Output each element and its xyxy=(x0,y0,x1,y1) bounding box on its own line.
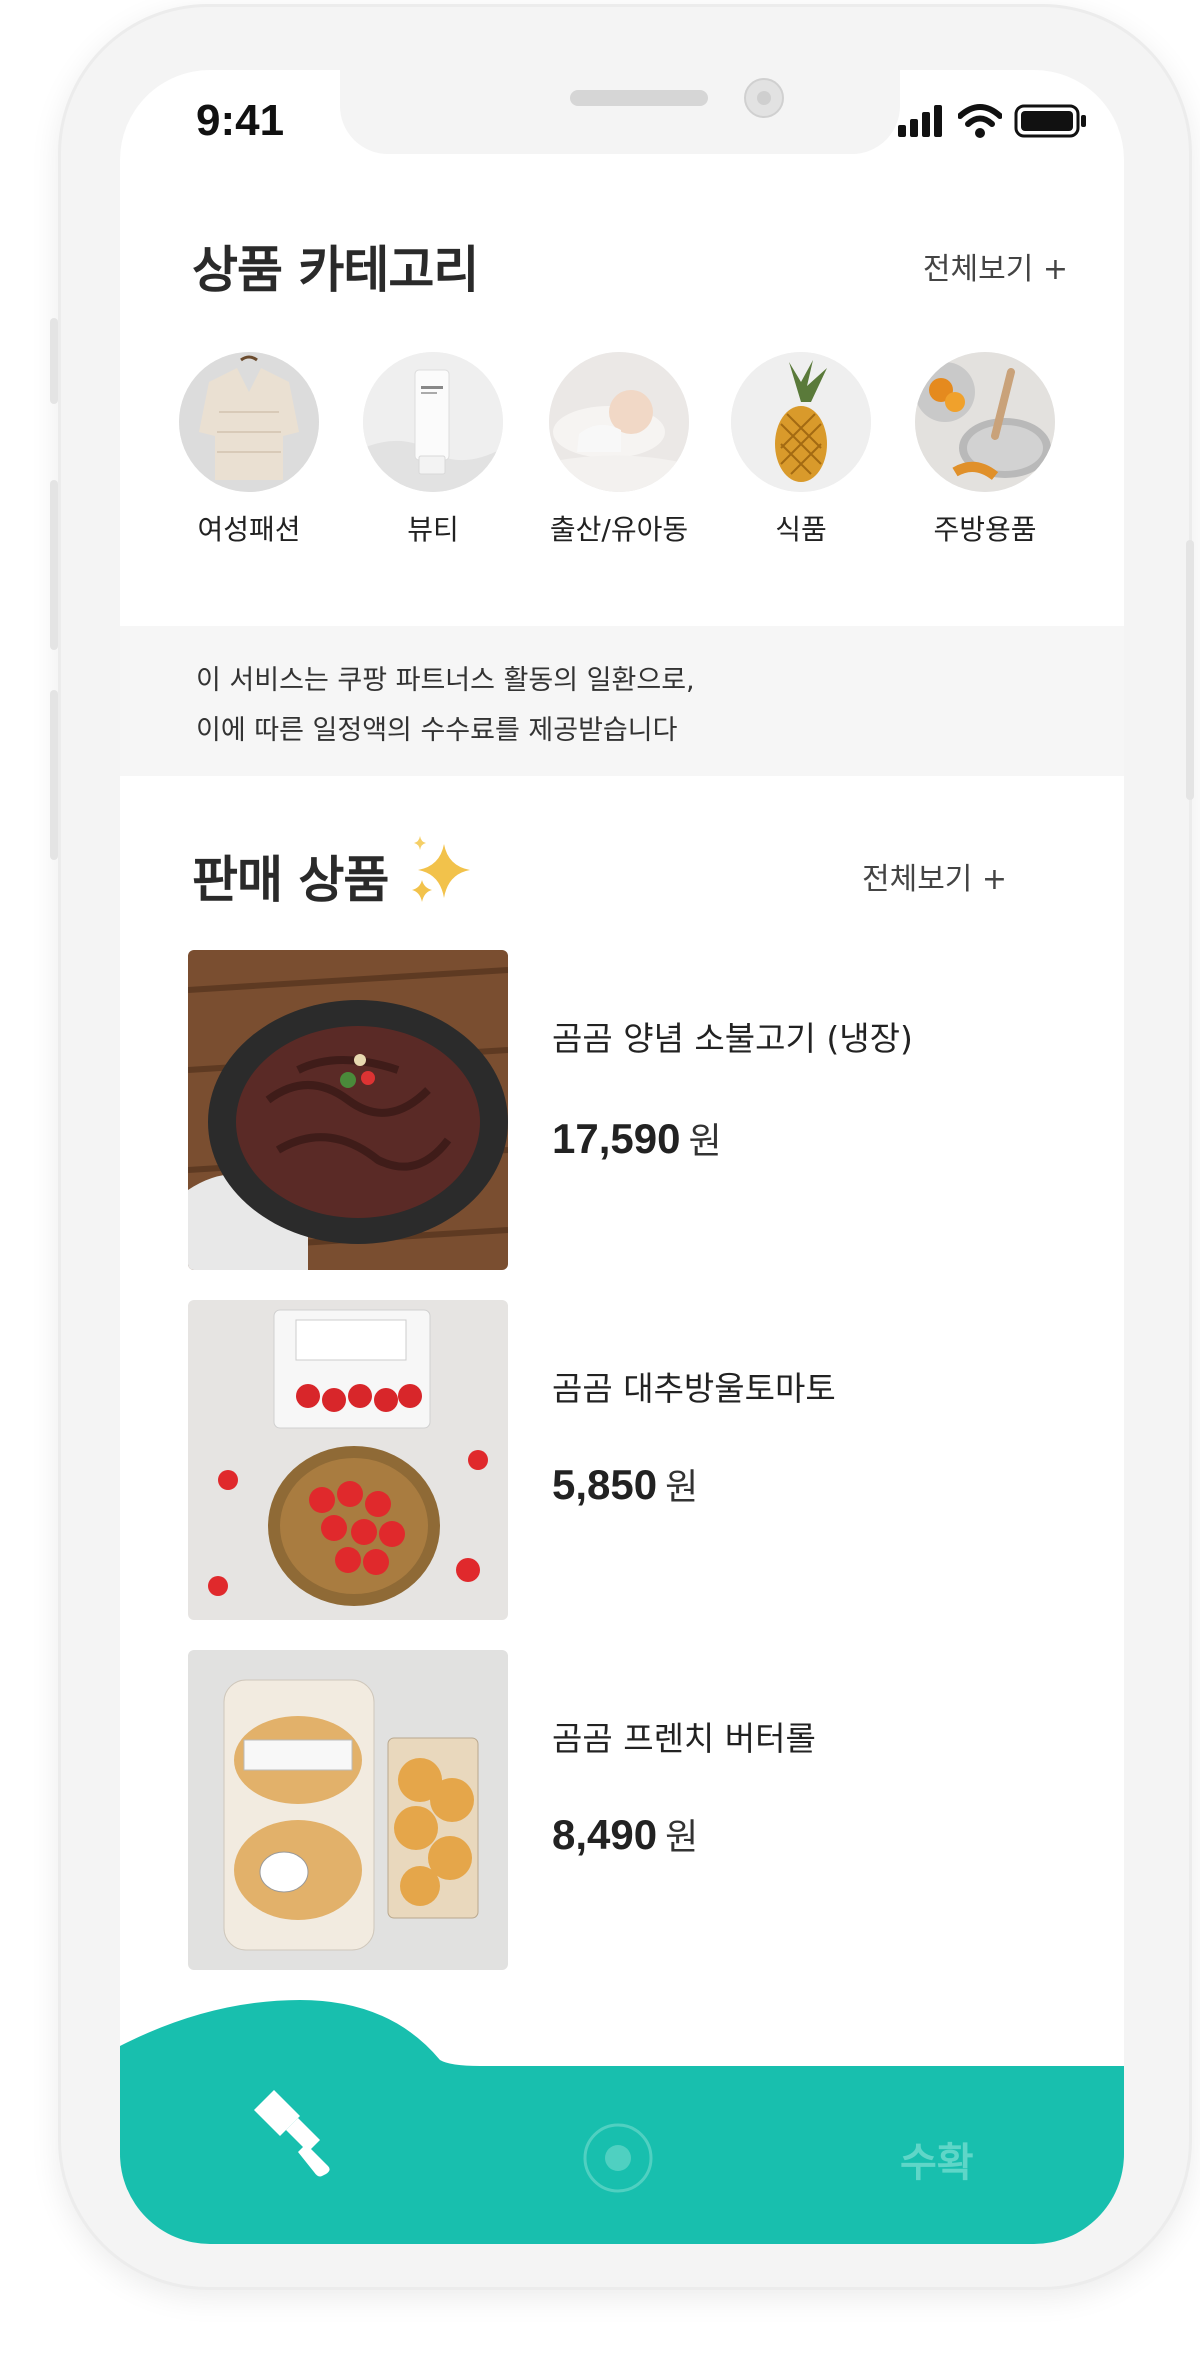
product-price: 5,850 원 xyxy=(552,1458,698,1510)
product-price: 17,590 원 xyxy=(552,1112,722,1164)
status-time: 9:41 xyxy=(196,96,285,145)
butter-roll-photo xyxy=(188,1650,508,1970)
price-currency: 원 xyxy=(665,1817,699,1858)
bulgogi-photo xyxy=(188,950,508,1270)
power-button xyxy=(1186,540,1194,800)
category-label: 여성패션 xyxy=(197,513,301,546)
category-section-title: 상품 카테고리 xyxy=(192,241,479,299)
speaker xyxy=(570,90,708,106)
product-name: 곰곰 양념 소불고기 (냉장) xyxy=(552,1019,913,1058)
notch xyxy=(340,70,900,154)
sleeping-baby-photo xyxy=(549,352,689,492)
category-label: 뷰티 xyxy=(407,513,459,546)
sparkles-icon xyxy=(412,836,470,902)
circle-dot-icon xyxy=(583,2123,653,2193)
wifi-icon xyxy=(958,104,1002,138)
category-item-baby[interactable]: 출산/유아동 xyxy=(534,352,704,548)
price-value: 5,850 xyxy=(552,1461,658,1508)
price-currency: 원 xyxy=(665,1467,699,1508)
bottom-tab-bar: 수확 xyxy=(120,2000,1124,2244)
mute-switch xyxy=(50,318,58,404)
sweater-photo xyxy=(179,352,319,492)
product-name: 곰곰 대추방울토마토 xyxy=(552,1369,836,1408)
tab-home[interactable] xyxy=(580,2120,656,2200)
volume-up-button xyxy=(50,480,58,650)
tab-harvest[interactable]: 수확 xyxy=(900,2130,974,2188)
kitchen-pan-photo xyxy=(915,352,1055,492)
notice-line-1: 이 서비스는 쿠팡 파트너스 활동의 일환으로, xyxy=(196,665,695,696)
price-value: 8,490 xyxy=(552,1811,658,1858)
category-label: 식품 xyxy=(775,513,827,546)
pineapple-photo xyxy=(731,352,871,492)
products-view-all-link[interactable]: 전체보기 + xyxy=(862,854,1007,898)
category-label: 출산/유아동 xyxy=(549,513,689,546)
category-item-beauty[interactable]: 뷰티 xyxy=(348,352,518,548)
cherry-tomato-photo xyxy=(188,1300,508,1620)
category-item-womens-fashion[interactable]: 여성패션 xyxy=(164,352,334,548)
product-price: 8,490 원 xyxy=(552,1808,698,1860)
product-card[interactable]: 곰곰 대추방울토마토 5,850 원 xyxy=(188,1300,988,1620)
product-card[interactable]: 곰곰 프렌치 버터롤 8,490 원 xyxy=(188,1650,988,1970)
price-value: 17,590 xyxy=(552,1115,681,1162)
front-camera xyxy=(744,78,784,118)
category-item-kitchen[interactable]: 주방용품 xyxy=(900,352,1070,548)
status-icons xyxy=(898,104,1088,138)
product-name: 곰곰 프렌치 버터롤 xyxy=(552,1719,816,1758)
partners-notice: 이 서비스는 쿠팡 파트너스 활동의 일환으로, 이에 따른 일정액의 수수료를… xyxy=(120,626,1124,776)
category-item-food[interactable]: 식품 xyxy=(716,352,886,548)
price-currency: 원 xyxy=(688,1121,722,1162)
category-label: 주방용품 xyxy=(933,513,1037,546)
category-view-all-link[interactable]: 전체보기 + xyxy=(923,244,1068,288)
category-list: 여성패션 뷰티 출산/유아동 식품 주방용품 xyxy=(164,352,1084,562)
volume-down-button xyxy=(50,690,58,860)
screen: 9:41 상품 카테고리 전체보기 + 여성패션 뷰티 출산/유아동 식품 주방… xyxy=(120,70,1124,2244)
notice-line-2: 이에 따른 일정액의 수수료를 제공받습니다 xyxy=(196,715,678,746)
tab-tools[interactable] xyxy=(240,2080,340,2184)
cosmetic-tube-photo xyxy=(363,352,503,492)
product-card[interactable]: 곰곰 양념 소불고기 (냉장) 17,590 원 xyxy=(188,950,988,1270)
battery-icon xyxy=(1014,104,1086,138)
products-section-title: 판매 상품 xyxy=(192,851,389,909)
signal-icon xyxy=(898,105,942,137)
trowel-icon xyxy=(254,2090,330,2177)
